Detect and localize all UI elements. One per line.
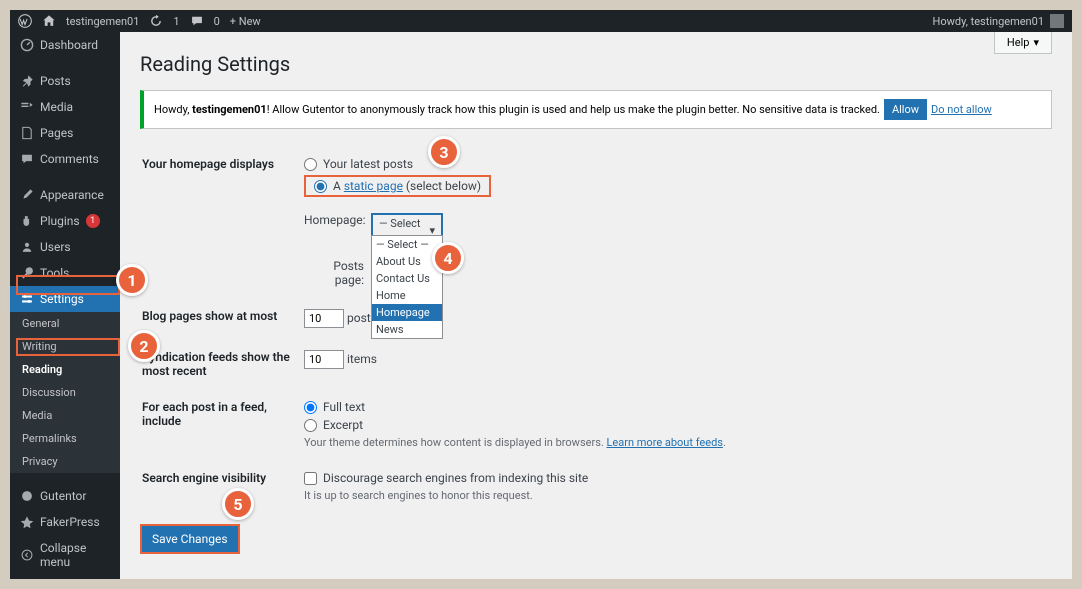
syndication-label: Syndication feeds show the most recent: [142, 340, 302, 388]
callout-2: 2: [128, 330, 160, 362]
blog-pages-input[interactable]: [304, 309, 344, 328]
radio-full-text[interactable]: [304, 401, 317, 414]
media-icon: [20, 100, 34, 114]
sidebar-item-tools[interactable]: Tools: [10, 260, 120, 286]
save-changes-button[interactable]: Save Changes: [140, 524, 240, 554]
avatar[interactable]: [1050, 14, 1064, 28]
sidebar-item-settings[interactable]: Settings: [10, 286, 120, 312]
radio-static-page-box: A static page (select below): [304, 175, 491, 197]
callout-4: 4: [432, 242, 464, 274]
chevron-down-icon: ▾: [1033, 36, 1039, 49]
sidebar-item-comments[interactable]: Comments: [10, 146, 120, 172]
discourage-checkbox[interactable]: [304, 472, 317, 485]
pin-icon: [20, 74, 34, 88]
howdy-text[interactable]: Howdy, testingemen01: [933, 15, 1045, 28]
callout-1: 1: [116, 264, 148, 296]
page-title: Reading Settings: [140, 52, 1052, 76]
radio-static-page[interactable]: [314, 180, 327, 193]
wordpress-icon[interactable]: [18, 14, 32, 28]
radio-latest-posts[interactable]: [304, 158, 317, 171]
notice-text: Howdy, testingemen01! Allow Gutentor to …: [154, 103, 880, 116]
feed-desc: Your theme determines how content is dis…: [304, 436, 1050, 449]
home-icon[interactable]: [42, 14, 56, 28]
radio-excerpt[interactable]: [304, 419, 317, 432]
sidebar-item-dashboard[interactable]: Dashboard: [10, 32, 120, 58]
updates-count: 1: [173, 15, 179, 28]
sub-reading[interactable]: Reading: [10, 358, 120, 381]
sidebar-item-gutentor[interactable]: Gutentor: [10, 483, 120, 509]
allow-button[interactable]: Allow: [884, 99, 927, 120]
homepage-displays-label: Your homepage displays: [142, 147, 302, 297]
syndication-input[interactable]: [304, 350, 344, 369]
sidebar-item-media[interactable]: Media: [10, 94, 120, 120]
new-link[interactable]: + New: [230, 15, 261, 28]
sub-general[interactable]: General: [10, 312, 120, 335]
static-page-link[interactable]: static page: [344, 179, 403, 193]
sidebar-item-posts[interactable]: Posts: [10, 68, 120, 94]
updates-icon[interactable]: [149, 14, 163, 28]
sub-permalinks[interactable]: Permalinks: [10, 427, 120, 450]
sidebar-item-plugins[interactable]: Plugins1: [10, 208, 120, 234]
callout-5: 5: [222, 488, 254, 520]
admin-sidebar: Dashboard Posts Media Pages Comments App…: [10, 32, 120, 579]
opt-news[interactable]: News: [372, 321, 442, 338]
content-area: Help ▾ Reading Settings Howdy, testingem…: [120, 32, 1072, 579]
sidebar-submenu: General Writing Reading Discussion Media…: [10, 312, 120, 473]
opt-contact[interactable]: Contact Us: [372, 270, 442, 287]
callout-3: 3: [428, 136, 460, 168]
sub-media[interactable]: Media: [10, 404, 120, 427]
sidebar-item-appearance[interactable]: Appearance: [10, 182, 120, 208]
dont-allow-link[interactable]: Do not allow: [931, 103, 992, 116]
sub-writing[interactable]: Writing: [10, 335, 120, 358]
plug-icon: [20, 214, 34, 228]
sidebar-item-pages[interactable]: Pages: [10, 120, 120, 146]
learn-feeds-link[interactable]: Learn more about feeds: [607, 436, 723, 449]
opt-home[interactable]: Home: [372, 287, 442, 304]
homepage-select-label: Homepage:: [304, 213, 364, 227]
brush-icon: [20, 188, 34, 202]
sub-discussion[interactable]: Discussion: [10, 381, 120, 404]
collapse-icon: [20, 548, 34, 562]
sub-privacy[interactable]: Privacy: [10, 450, 120, 473]
user-icon: [20, 240, 34, 254]
comment-icon[interactable]: [190, 14, 204, 28]
wrench-icon: [20, 266, 34, 280]
search-desc: It is up to search engines to honor this…: [304, 489, 1050, 502]
help-tab[interactable]: Help ▾: [994, 32, 1052, 54]
posts-page-select-label: Posts page:: [304, 259, 364, 287]
site-name[interactable]: testingemen01: [66, 15, 139, 28]
comments-count: 0: [214, 15, 220, 28]
admin-topbar: testingemen01 1 0 + New Howdy, testingem…: [10, 10, 1072, 32]
blog-pages-label: Blog pages show at most: [142, 299, 302, 338]
notice-gutentor: Howdy, testingemen01! Allow Gutentor to …: [140, 90, 1052, 129]
opt-homepage[interactable]: Homepage: [372, 304, 442, 321]
sidebar-item-collapse[interactable]: Collapse menu: [10, 535, 120, 575]
plugin-badge: 1: [86, 214, 100, 228]
sidebar-item-fakerpress[interactable]: FakerPress: [10, 509, 120, 535]
dashboard-icon: [20, 38, 34, 52]
gear-icon: [20, 292, 34, 306]
opt-select[interactable]: — Select —: [372, 236, 442, 253]
faker-icon: [20, 515, 34, 529]
sidebar-item-users[interactable]: Users: [10, 234, 120, 260]
page-icon: [20, 126, 34, 140]
homepage-dropdown-list: — Select — About Us Contact Us Home Home…: [371, 235, 443, 339]
feed-include-label: For each post in a feed, include: [142, 390, 302, 459]
comments-icon: [20, 152, 34, 166]
gutentor-icon: [20, 489, 34, 503]
